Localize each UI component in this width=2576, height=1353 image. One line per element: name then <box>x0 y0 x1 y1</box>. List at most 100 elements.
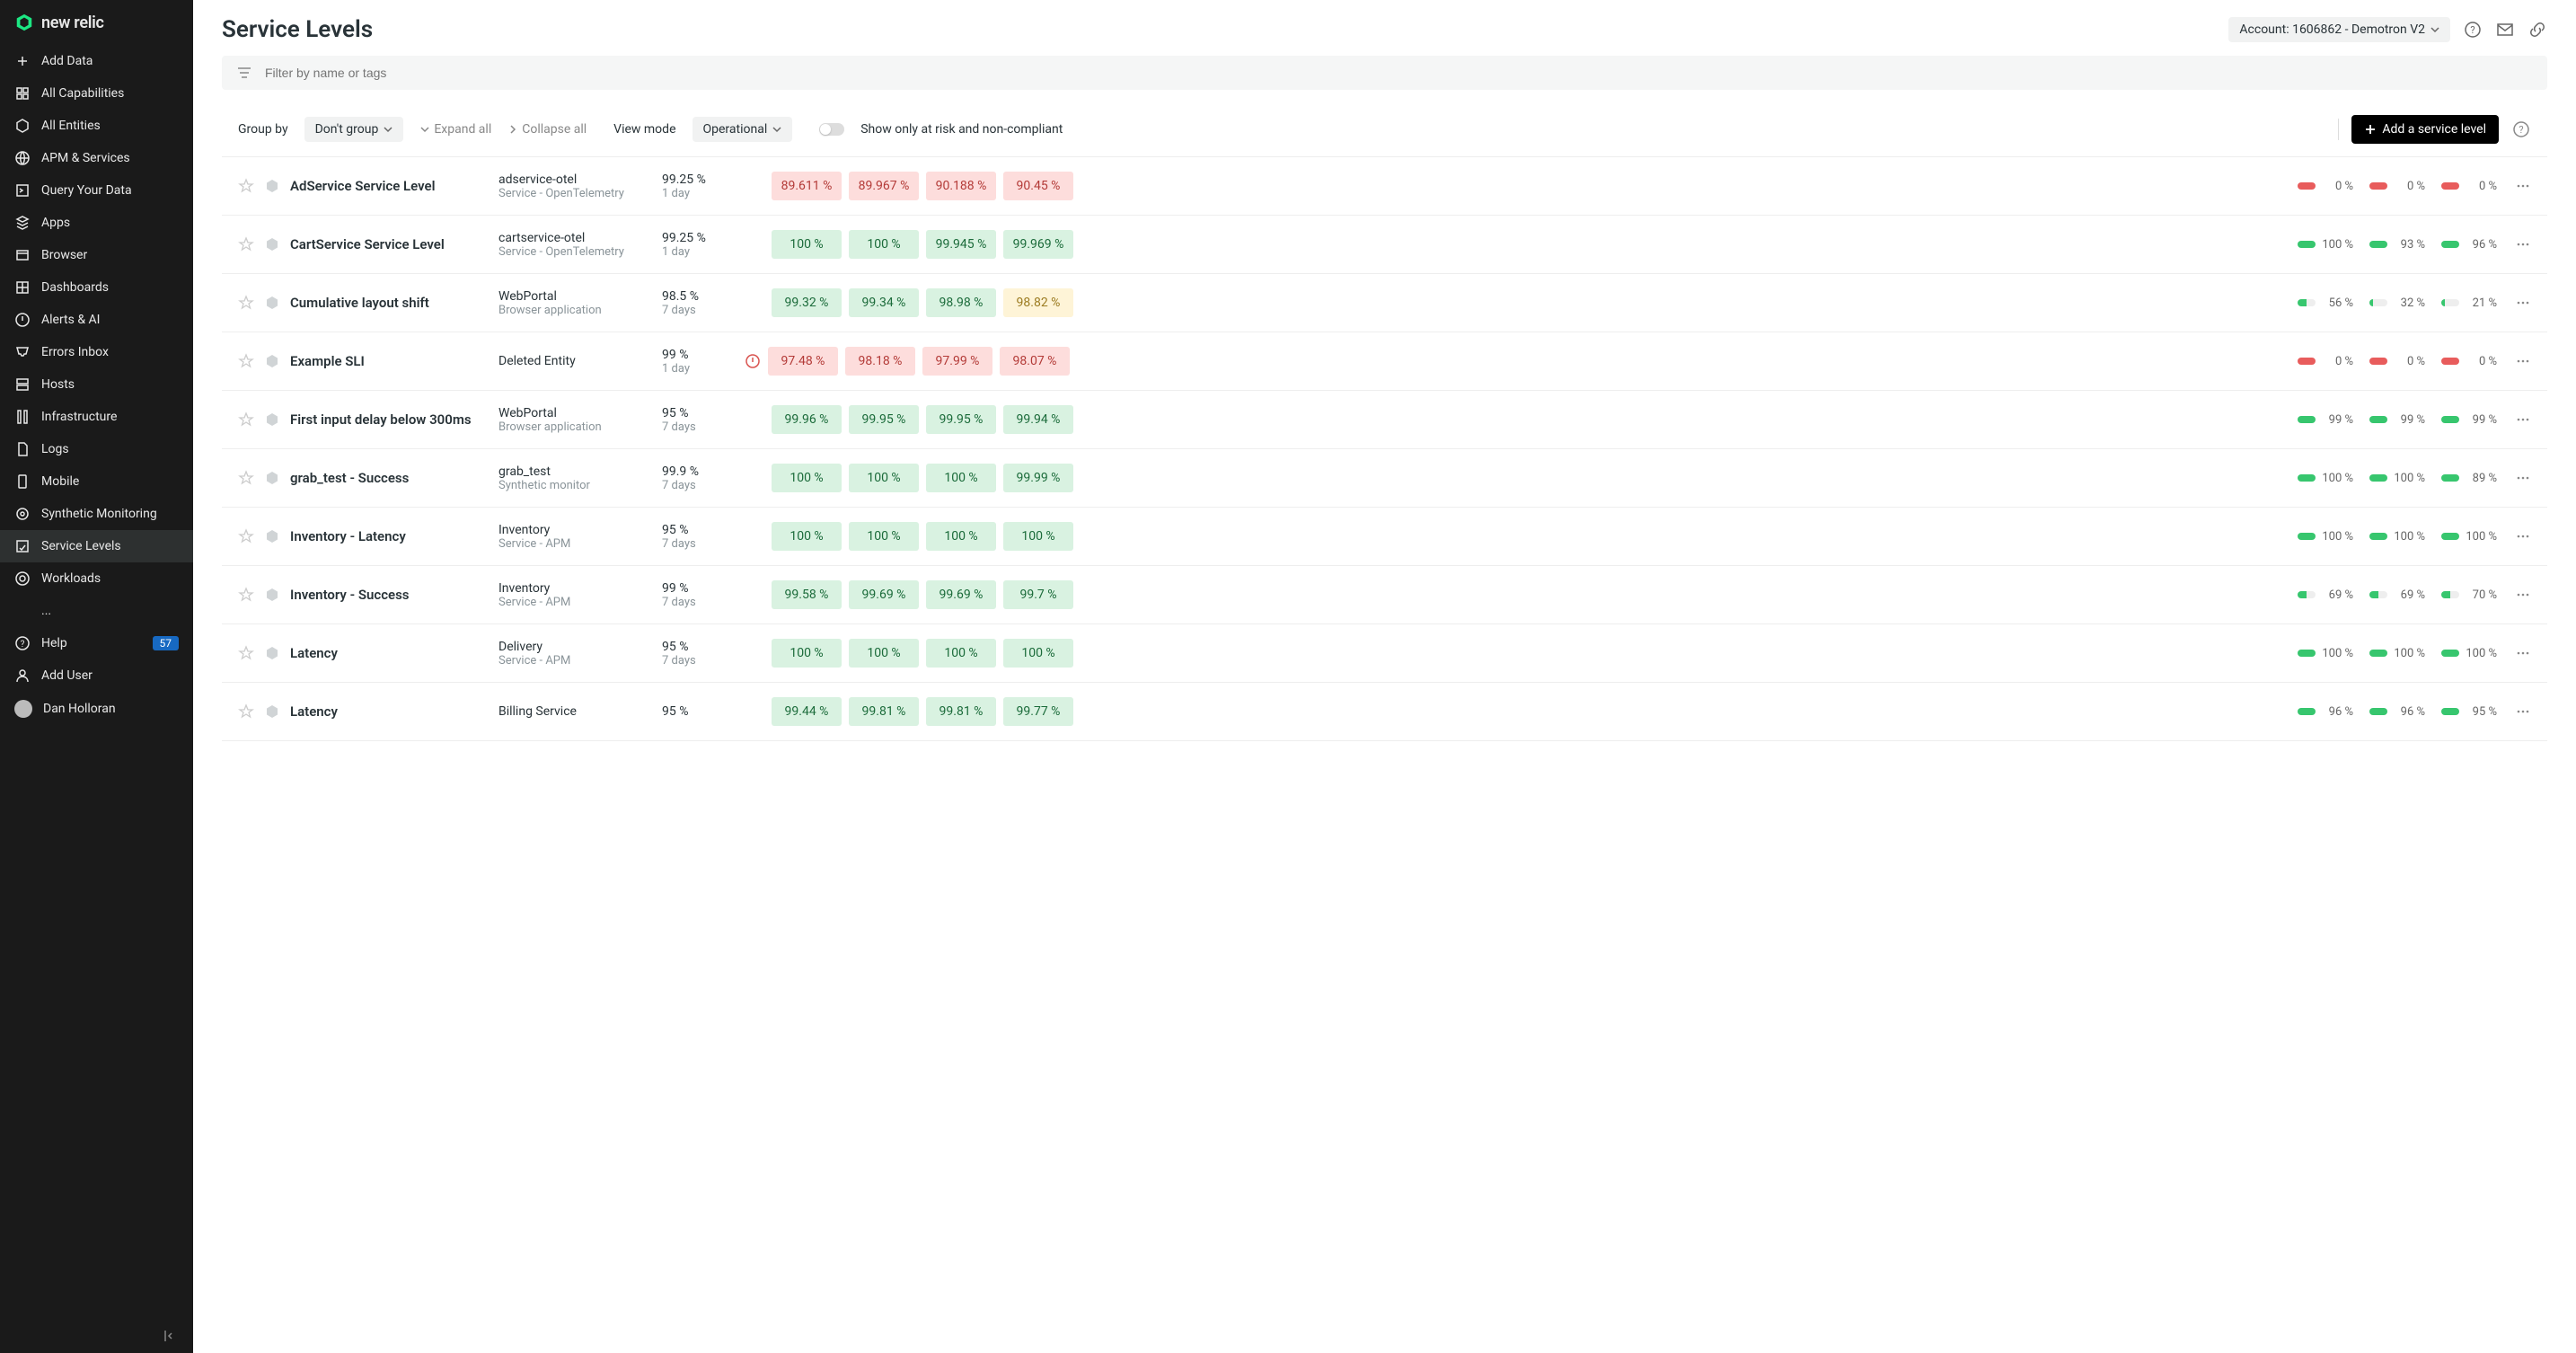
star-icon[interactable] <box>238 528 254 544</box>
more-icon[interactable] <box>2515 703 2531 720</box>
sli-name[interactable]: grab_test - Success <box>290 470 488 486</box>
compliance-cell: 99.77 % <box>1003 697 1073 726</box>
sidebar-item-synthetic-monitoring[interactable]: Synthetic Monitoring <box>0 498 193 530</box>
sli-name[interactable]: AdService Service Level <box>290 178 488 194</box>
more-icon[interactable] <box>2515 353 2531 369</box>
logo[interactable]: new relic <box>0 0 193 45</box>
toolbar: Group by Don't group Expand all Collapse… <box>222 102 2547 157</box>
sidebar-item-apps[interactable]: Apps <box>0 207 193 239</box>
hex-icon <box>265 471 279 485</box>
service-level-table: AdService Service Leveladservice-otelSer… <box>222 157 2547 1353</box>
plus-icon <box>2364 123 2377 136</box>
sidebar-item-all-entities[interactable]: All Entities <box>0 110 193 142</box>
more-icon[interactable] <box>2515 295 2531 311</box>
star-icon[interactable] <box>238 295 254 311</box>
target-cell: 99.25 %1 day <box>662 172 734 200</box>
target-cell: 95 %7 days <box>662 640 734 668</box>
sli-name[interactable]: CartService Service Level <box>290 236 488 252</box>
star-icon[interactable] <box>238 703 254 720</box>
collapse-sidebar-icon[interactable] <box>159 1326 179 1346</box>
more-icon[interactable] <box>2515 236 2531 252</box>
more-icon[interactable] <box>2515 411 2531 428</box>
more-icon[interactable] <box>2515 178 2531 194</box>
star-icon[interactable] <box>238 178 254 194</box>
compliance-cell: 100 % <box>926 522 996 551</box>
star-icon[interactable] <box>238 470 254 486</box>
sidebar-item-label: Workloads <box>41 571 101 586</box>
budget-pill: 89 % <box>2441 472 2497 485</box>
sidebar-item-add-user[interactable]: Add User <box>0 659 193 692</box>
group-by-select[interactable]: Don't group <box>304 117 404 142</box>
more-icon[interactable] <box>2515 528 2531 544</box>
sidebar-item-query-your-data[interactable]: Query Your Data <box>0 174 193 207</box>
sli-name[interactable]: First input delay below 300ms <box>290 411 488 428</box>
compliance-cell: 99.58 % <box>772 580 842 609</box>
entity-cell: InventoryService - APM <box>498 523 651 551</box>
more-icon[interactable] <box>2515 587 2531 603</box>
budget-pill: 32 % <box>2369 296 2425 310</box>
add-service-level-button[interactable]: Add a service level <box>2351 115 2499 144</box>
compliance-cell: 100 % <box>1003 522 1073 551</box>
star-icon[interactable] <box>238 236 254 252</box>
sidebar-item-all-capabilities[interactable]: All Capabilities <box>0 77 193 110</box>
mobile-icon <box>14 473 31 490</box>
compliance-cell: 100 % <box>772 639 842 668</box>
account-selector[interactable]: Account: 1606862 - Demotron V2 <box>2228 17 2450 42</box>
sli-name[interactable]: Inventory - Latency <box>290 528 488 544</box>
chevron-down-icon <box>419 124 430 135</box>
table-row: Inventory - Latency InventoryService - AP… <box>222 508 2547 566</box>
sli-name[interactable]: Inventory - Success <box>290 587 488 603</box>
compliance-cell: 100 % <box>1003 639 1073 668</box>
table-row: grab_test - Successgrab_testSynthetic mo… <box>222 449 2547 508</box>
sidebar-item-label: Apps <box>41 216 70 230</box>
star-icon[interactable] <box>238 645 254 661</box>
more-icon[interactable] <box>2515 645 2531 661</box>
collapse-all-button[interactable]: Collapse all <box>507 122 587 137</box>
sidebar-item-alerts-ai[interactable]: Alerts & AI <box>0 304 193 336</box>
sidebar-item-infrastructure[interactable]: Infrastructure <box>0 401 193 433</box>
link-icon[interactable] <box>2527 20 2547 40</box>
alert-icon <box>14 312 31 328</box>
sli-name[interactable]: Cumulative layout shift <box>290 295 488 311</box>
window-icon <box>14 247 31 263</box>
target-cell: 98.5 %7 days <box>662 289 734 317</box>
sidebar-item--[interactable]: ... <box>0 595 193 627</box>
budget-pill: 69 % <box>2369 588 2425 602</box>
hex-icon <box>14 118 31 134</box>
more-icon[interactable] <box>2515 470 2531 486</box>
sidebar-item-service-levels[interactable]: Service Levels <box>0 530 193 562</box>
sidebar-item-label: Logs <box>41 442 69 456</box>
star-icon[interactable] <box>238 587 254 603</box>
compliance-cell: 99.32 % <box>772 288 842 317</box>
sli-name[interactable]: Latency <box>290 703 488 720</box>
filter-input[interactable] <box>265 66 2533 80</box>
sli-name[interactable]: Example SLI <box>290 353 488 369</box>
compliance-cell: 99.969 % <box>1003 230 1073 259</box>
compliance-cell: 100 % <box>772 464 842 492</box>
sidebar-item-workloads[interactable]: Workloads <box>0 562 193 595</box>
toolbar-help-icon[interactable]: ? <box>2511 119 2531 139</box>
chevron-down-icon <box>2430 25 2439 34</box>
sidebar-item-logs[interactable]: Logs <box>0 433 193 465</box>
sidebar-item-mobile[interactable]: Mobile <box>0 465 193 498</box>
view-mode-select[interactable]: Operational <box>693 117 793 142</box>
expand-all-button[interactable]: Expand all <box>419 122 491 137</box>
svg-text:?: ? <box>21 640 25 650</box>
budget-pill: 21 % <box>2441 296 2497 310</box>
sidebar-item-apm-services[interactable]: APM & Services <box>0 142 193 174</box>
help-icon[interactable]: ? <box>2463 20 2483 40</box>
sidebar-item-help[interactable]: ?Help57 <box>0 627 193 659</box>
star-icon[interactable] <box>238 411 254 428</box>
compliance-cell: 98.82 % <box>1003 288 1073 317</box>
show-only-risk-toggle[interactable] <box>819 123 844 136</box>
sidebar-item-dashboards[interactable]: Dashboards <box>0 271 193 304</box>
compliance-cell: 97.99 % <box>922 347 992 376</box>
sidebar-item-dan-holloran[interactable]: Dan Holloran <box>0 692 193 726</box>
mail-icon[interactable] <box>2495 20 2515 40</box>
sidebar-item-hosts[interactable]: Hosts <box>0 368 193 401</box>
star-icon[interactable] <box>238 353 254 369</box>
sidebar-item-add-data[interactable]: Add Data <box>0 45 193 77</box>
sidebar-item-browser[interactable]: Browser <box>0 239 193 271</box>
sidebar-item-errors-inbox[interactable]: Errors Inbox <box>0 336 193 368</box>
sli-name[interactable]: Latency <box>290 645 488 661</box>
